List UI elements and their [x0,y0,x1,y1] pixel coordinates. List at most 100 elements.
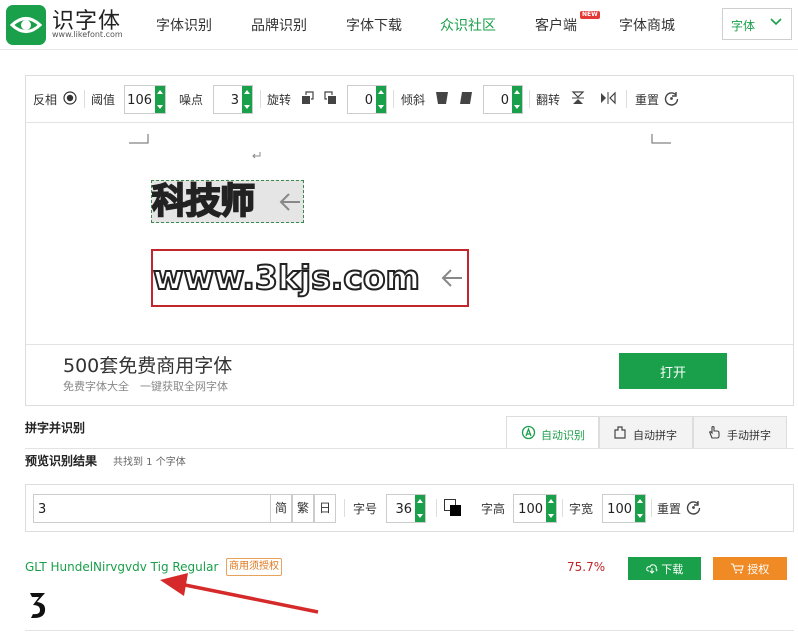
nav-client[interactable]: 客户端 [535,15,577,35]
arrow-left-icon [279,193,300,211]
font-size-value: 36 [395,502,412,517]
stepper-arrows-icon[interactable] [376,86,386,113]
threshold-value: 106 [127,93,152,108]
download-button[interactable]: 下载 [628,557,701,580]
stepper-arrows-icon[interactable] [242,86,252,113]
threshold-stepper[interactable]: 106 [124,85,166,114]
traditional-button[interactable]: 繁 [292,494,314,523]
stepper-arrows-icon[interactable] [546,495,556,522]
stepper-arrows-icon[interactable] [415,495,425,522]
sample-text-2: www.3kjs.com [153,257,421,298]
invert-label: 反相 [33,93,58,107]
stepper-arrows-icon[interactable] [512,86,522,113]
japanese-button[interactable]: 日 [314,494,336,523]
preview-filter-bar: 3 简 繁 日 字号 36 字高 100 字宽 100 重置 [25,484,794,532]
tab-label: 自动拼字 [633,429,677,442]
logo-eye-icon[interactable] [6,5,46,45]
invert-radio-icon[interactable] [63,91,77,108]
skew-label: 倾斜 [401,93,426,107]
rotate-right-icon[interactable] [323,91,337,108]
divider [25,630,794,631]
skew-stepper[interactable]: 0 [483,85,523,114]
promo-banner: 500套免费商用字体 免费字体大全 一键获取全网字体 打开 [26,344,793,405]
stepper-arrows-icon[interactable] [635,495,645,522]
reset-icon[interactable] [664,91,679,109]
character-select[interactable]: 3 [33,494,295,523]
toolbar-divider [626,90,627,108]
license-badge: 商用须授权 [226,558,282,576]
tab-label: 手动拼字 [727,429,771,442]
rotate-label: 旋转 [267,93,292,107]
nav-font-store[interactable]: 字体商城 [619,15,675,35]
section-title: 拼字并识别 [25,421,86,435]
hand-pointer-icon [707,425,722,443]
reset-icon[interactable] [686,500,701,518]
char-width-value: 100 [607,502,632,517]
nav-brand-recognition[interactable]: 品牌识别 [251,15,307,35]
puzzle-icon [613,425,628,443]
section-divider [25,448,794,449]
font-size-label: 字号 [353,502,378,516]
toolbar-divider [84,90,85,108]
download-label: 下载 [661,562,684,576]
logo-url: www.likefont.com [52,30,123,39]
search-type-select[interactable]: 字体 [722,8,792,40]
toolbar-divider [436,499,437,517]
rotate-left-icon[interactable] [301,91,315,108]
skew-left-icon[interactable] [435,91,449,108]
image-canvas[interactable]: 科技师 www.3kjs.com [26,124,793,344]
result-font-name-link[interactable]: GLT HundelNirvgvdv Tig Regular [25,560,218,574]
nav-community[interactable]: 众识社区 [440,15,496,35]
tab-auto-compose[interactable]: 自动拼字 [599,416,693,449]
toolbar-divider [562,499,563,517]
char-width-label: 字宽 [569,502,594,516]
reset-label[interactable]: 重置 [635,91,659,108]
flip-horizontal-icon[interactable] [600,91,616,108]
char-height-stepper[interactable]: 100 [513,494,557,523]
font-size-stepper[interactable]: 36 [386,494,426,523]
promo-title: 500套免费商用字体 [63,355,233,377]
rotate-stepper[interactable]: 0 [347,85,387,114]
new-badge: NEW [580,11,600,19]
result-count: 共找到 1 个字体 [113,457,186,468]
crop-corner-top-left [129,134,149,144]
filter-reset-label[interactable]: 重置 [657,500,681,517]
skew-right-icon[interactable] [459,91,473,108]
simplified-button[interactable]: 简 [270,494,292,523]
promo-subtitle: 免费字体大全 一键获取全网字体 [63,380,228,393]
image-toolbar: 反相 阈值 106 噪点 3 旋转 0 倾斜 0 翻转 重置 [26,76,793,123]
noise-stepper[interactable]: 3 [213,85,253,114]
flip-label: 翻转 [536,93,561,107]
noise-value: 3 [230,93,239,108]
stepper-arrows-icon[interactable] [155,86,165,113]
nav-font-download[interactable]: 字体下载 [346,15,402,35]
toolbar-divider [260,90,261,108]
glyph-preview-image [30,593,46,618]
nav-font-recognition[interactable]: 字体识别 [156,15,212,35]
toolbar-divider [393,90,394,108]
arrow-left-icon [441,269,462,287]
authorize-button[interactable]: 授权 [713,557,787,580]
tab-auto-recognize[interactable]: 自动识别 [506,416,599,449]
selected-text-region-2[interactable]: www.3kjs.com [151,249,469,307]
tab-manual-compose[interactable]: 手动拼字 [693,416,787,449]
noise-label: 噪点 [179,93,204,107]
result-title: 预览识别结果 [25,454,98,468]
skew-value: 0 [500,93,509,108]
toolbar-divider [529,90,530,108]
toolbar-divider [344,499,345,517]
crop-corner-top-right [651,134,671,144]
char-width-stepper[interactable]: 100 [602,494,646,523]
toolbar-divider [651,499,652,517]
detected-text-region-1[interactable]: 科技师 [151,180,304,223]
return-mark-icon [252,152,261,159]
open-button[interactable]: 打开 [619,353,727,389]
authorize-label: 授权 [747,562,770,576]
cart-icon [730,562,744,573]
auto-recognize-icon [521,425,536,443]
search-type-value: 字体 [731,19,756,33]
chevron-down-icon [769,15,783,32]
color-swatch-icon[interactable] [444,499,462,517]
flip-vertical-icon[interactable] [571,91,585,108]
rotate-value: 0 [364,93,373,108]
